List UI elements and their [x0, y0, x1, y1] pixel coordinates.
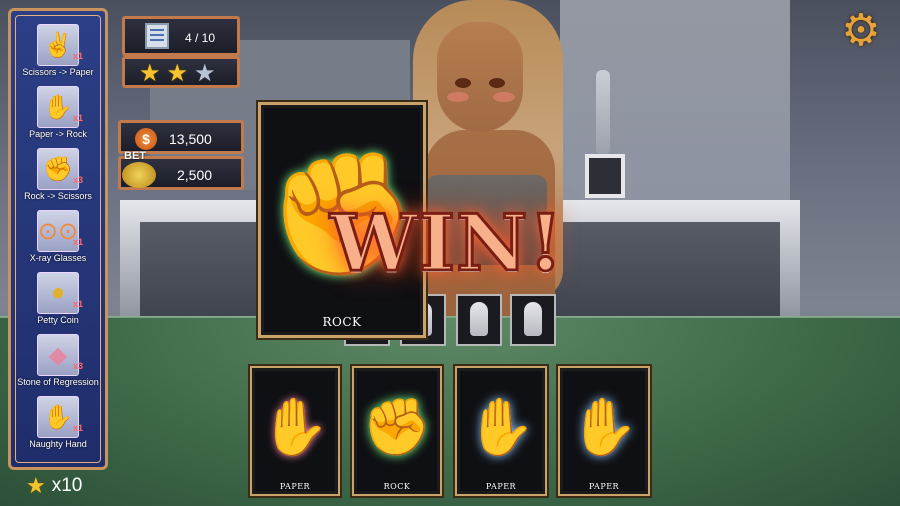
item-label: Stone of Regression: [17, 377, 99, 387]
paper-hand-icon: ✋: [569, 395, 639, 458]
card-label: ROCK: [383, 482, 411, 491]
star-filled-icon: ★: [139, 60, 161, 87]
item-paper-to-rock[interactable]: ✋ x1 Paper -> Rock: [11, 83, 105, 143]
paper-hand-icon: ✋: [466, 395, 536, 458]
card-art: ✋: [568, 378, 640, 476]
character-blush: [493, 92, 515, 102]
item-petty-coin[interactable]: ● x1 Petty Coin: [11, 269, 105, 329]
dollar-coin-icon: $: [135, 128, 157, 150]
item-panel: ✌ x1 Scissors -> Paper ✋ x1 Paper -> Roc…: [8, 8, 108, 470]
item-xray-glasses[interactable]: ⊙⊙ x1 X-ray Glasses: [11, 207, 105, 267]
result-banner: WIN!: [329, 197, 565, 291]
coin-balance: 13,500: [169, 131, 212, 147]
photo-frame: [585, 154, 625, 198]
card-figure: [470, 302, 488, 336]
item-naughty-hand[interactable]: ✋ x1 Naughty Hand: [11, 393, 105, 453]
item-rock-to-scissors[interactable]: ✊ x3 Rock -> Scissors: [11, 145, 105, 205]
player-card[interactable]: ✋ PAPER: [558, 366, 650, 496]
card-figure: [524, 302, 542, 336]
card-label: ROCK: [322, 315, 362, 329]
coin-panel: $ 13,500: [118, 120, 244, 154]
character-face: [437, 22, 523, 132]
player-card[interactable]: ✋ PAPER: [250, 366, 340, 496]
item-label: X-ray Glasses: [29, 253, 87, 263]
item-label: Rock -> Scissors: [24, 191, 92, 201]
bet-amount: 2,500: [177, 167, 213, 183]
item-label: Scissors -> Paper: [22, 67, 94, 77]
bet-label: BET: [124, 150, 146, 162]
item-count: x1: [72, 423, 83, 433]
paper-hand-icon: ✋: [260, 395, 330, 458]
star-counter: ★ x10: [26, 473, 82, 499]
card-label: PAPER: [485, 482, 517, 491]
star-count-value: x10: [51, 475, 83, 496]
item-count: x1: [72, 51, 83, 61]
item-stone-of-regression[interactable]: ◆ x3 Stone of Regression: [11, 331, 105, 391]
item-count: x3: [72, 361, 83, 371]
opponent-mini-card: [510, 294, 556, 346]
card-label: PAPER: [279, 482, 311, 491]
item-count: x1: [72, 299, 83, 309]
item-count: x1: [72, 113, 83, 123]
bet-coins-icon: [122, 162, 156, 188]
star-rating: ★ ★ ★: [139, 60, 216, 88]
star-empty-icon: ★: [194, 60, 216, 87]
item-count: x1: [72, 237, 83, 247]
item-scissors-to-paper[interactable]: ✌ x1 Scissors -> Paper: [11, 21, 105, 81]
settings-gear-icon[interactable]: ⚙: [838, 8, 884, 54]
opponent-mini-card: [456, 294, 502, 346]
star-icon: ★: [26, 473, 46, 498]
stage-progress-panel: 4 / 10: [122, 16, 240, 56]
card-art: ✋: [260, 378, 330, 476]
character-eye: [455, 78, 471, 88]
card-label: PAPER: [588, 482, 620, 491]
card-art: ✋: [465, 378, 537, 476]
game-table: [0, 318, 900, 506]
item-label: Petty Coin: [37, 315, 79, 325]
card-art: ✊: [362, 378, 432, 476]
character-eye: [489, 78, 505, 88]
rock-hand-icon: ✊: [362, 395, 432, 458]
item-label: Paper -> Rock: [29, 129, 87, 139]
player-card[interactable]: ✊ ROCK: [352, 366, 442, 496]
stage-progress: 4 / 10: [185, 31, 216, 45]
player-card[interactable]: ✋ PAPER: [455, 366, 547, 496]
character-blush: [447, 92, 469, 102]
vase: [596, 70, 610, 155]
building-icon: [145, 23, 169, 49]
stage-stars-panel: ★ ★ ★: [122, 56, 240, 88]
item-count: x3: [72, 175, 83, 185]
item-label: Naughty Hand: [29, 439, 87, 449]
star-filled-icon: ★: [166, 60, 189, 87]
